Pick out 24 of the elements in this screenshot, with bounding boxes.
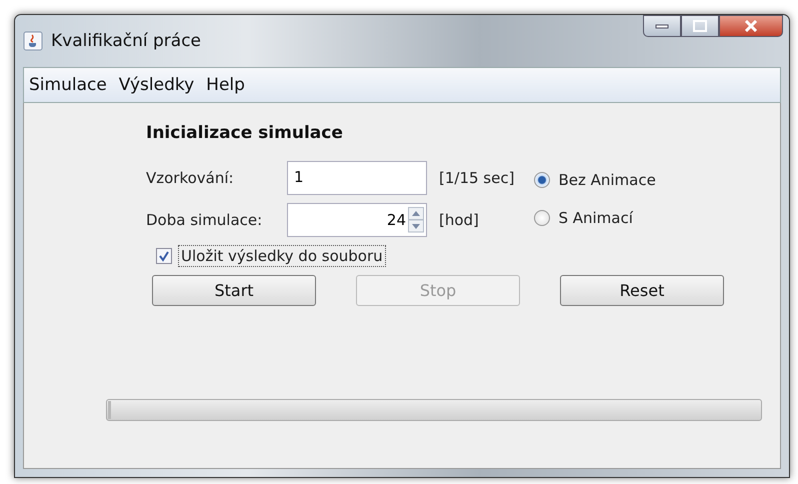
spinner-arrows-icon (408, 207, 424, 233)
radio-option[interactable]: S Animací (534, 209, 656, 227)
unit-label: [hod] (439, 211, 479, 229)
window-title: Kvalifikační práce (51, 31, 201, 51)
section-heading: Inicializace simulace (146, 123, 344, 143)
input-field[interactable]: 1 (287, 161, 427, 195)
cup-icon (23, 31, 43, 51)
menu-item[interactable]: Výsledky (118, 75, 194, 95)
spinner-field[interactable]: 24 (287, 203, 427, 237)
maximize-icon (693, 20, 707, 32)
action-button[interactable]: Start (152, 275, 316, 306)
unit-label: [1/15 sec] (439, 169, 514, 187)
maximize-button[interactable] (681, 15, 719, 37)
minimize-button[interactable] (643, 15, 681, 37)
field-label: Doba simulace: (146, 211, 264, 229)
check-icon (158, 250, 170, 262)
menu-item[interactable]: Help (206, 75, 245, 95)
close-button[interactable] (719, 15, 783, 37)
radio-option[interactable]: Bez Animace (534, 171, 656, 189)
menu-item[interactable]: Simulace (29, 75, 107, 95)
action-button[interactable]: Reset (560, 275, 724, 306)
minimize-icon (655, 23, 669, 29)
field-label: Vzorkování: (146, 169, 235, 187)
close-icon (744, 20, 758, 32)
